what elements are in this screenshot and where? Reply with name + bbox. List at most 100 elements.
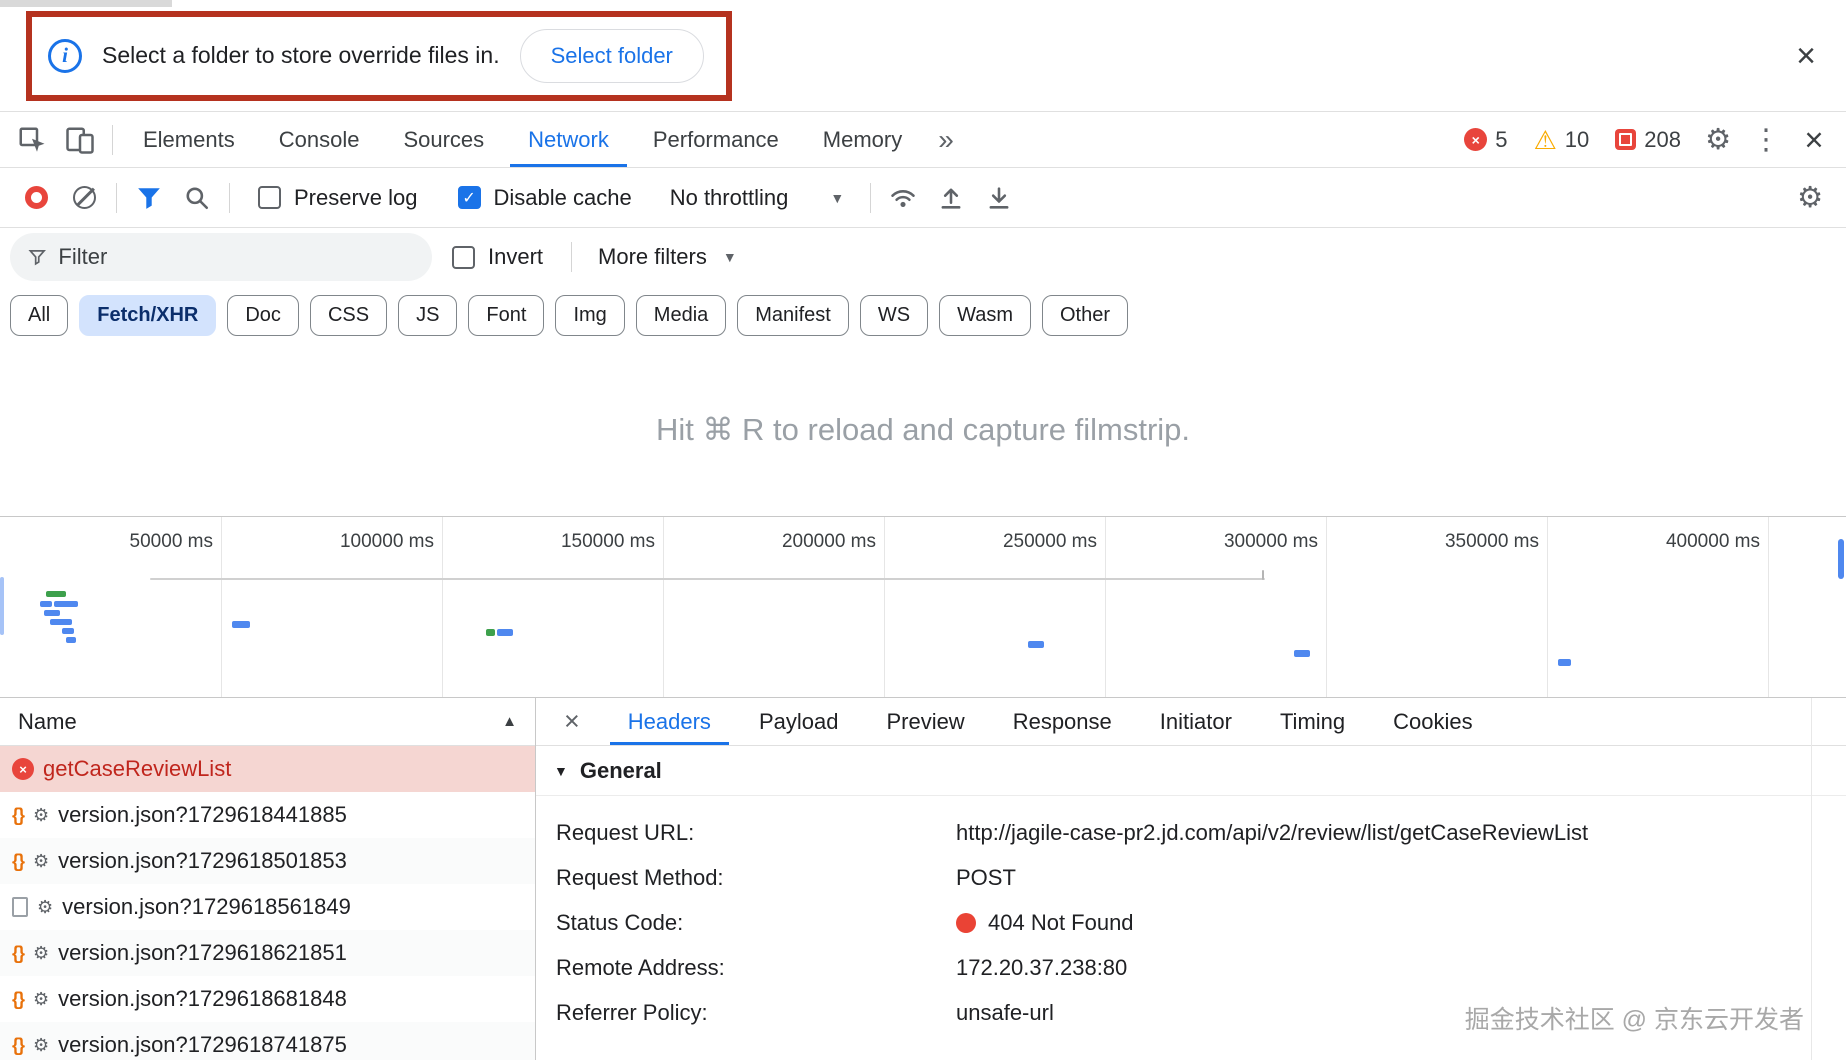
details-tab-response[interactable]: Response: [989, 698, 1136, 745]
chip-all[interactable]: All: [10, 295, 68, 336]
tab-elements[interactable]: Elements: [121, 112, 257, 167]
details-tab-headers[interactable]: Headers: [604, 698, 735, 745]
waterfall-baseline: [150, 578, 1265, 580]
scrollbar-gutter[interactable]: [1811, 698, 1812, 1060]
chip-media[interactable]: Media: [636, 295, 726, 336]
warnings-badge[interactable]: ⚠ 10: [1533, 127, 1589, 153]
invert-toggle[interactable]: Invert: [452, 244, 543, 270]
search-icon[interactable]: [173, 185, 221, 211]
disable-cache-label: Disable cache: [494, 185, 632, 211]
request-row-version-json-2[interactable]: {} ⚙ version.json?1729618501853: [0, 838, 535, 884]
general-section-header[interactable]: ▼ General: [536, 746, 1846, 796]
waterfall-mark: [66, 637, 76, 643]
waterfall-mark: [44, 610, 60, 616]
waterfall-mark: [1294, 650, 1310, 657]
settings-gear-icon[interactable]: ⚙: [1694, 112, 1742, 167]
filter-input[interactable]: [58, 244, 414, 270]
request-row-version-json-4[interactable]: {} ⚙ version.json?1729618621851: [0, 930, 535, 976]
details-tab-cookies[interactable]: Cookies: [1369, 698, 1496, 745]
tab-console[interactable]: Console: [257, 112, 382, 167]
network-settings-gear-icon[interactable]: ⚙: [1786, 180, 1834, 215]
tab-performance[interactable]: Performance: [631, 112, 801, 167]
json-icon: {}: [12, 805, 24, 826]
issues-badge[interactable]: 208: [1615, 127, 1681, 153]
warning-count: 10: [1565, 127, 1589, 153]
tab-memory[interactable]: Memory: [801, 112, 924, 167]
filter-funnel-icon: [28, 247, 46, 267]
devtools-close-icon[interactable]: ×: [1790, 112, 1838, 167]
divider: [870, 183, 871, 213]
error-icon: ×: [12, 758, 34, 780]
clear-icon: [73, 186, 96, 209]
preserve-log-checkbox[interactable]: [258, 186, 281, 209]
waterfall-tick: [1262, 570, 1264, 580]
invert-checkbox[interactable]: [452, 246, 475, 269]
field-request-method: Request Method: POST: [536, 855, 1846, 900]
json-icon: {}: [12, 989, 24, 1010]
chip-js[interactable]: JS: [398, 295, 457, 336]
devtools-window: i Select a folder to store override file…: [0, 0, 1846, 1060]
chip-font[interactable]: Font: [468, 295, 544, 336]
details-tab-initiator[interactable]: Initiator: [1136, 698, 1256, 745]
kebab-menu-icon[interactable]: ⋮: [1742, 112, 1790, 167]
request-row-getCaseReviewList[interactable]: × getCaseReviewList: [0, 746, 535, 792]
chip-other[interactable]: Other: [1042, 295, 1128, 336]
select-folder-button[interactable]: Select folder: [520, 29, 704, 83]
chip-wasm[interactable]: Wasm: [939, 295, 1031, 336]
chip-fetch-xhr[interactable]: Fetch/XHR: [79, 295, 216, 336]
request-row-version-json-5[interactable]: {} ⚙ version.json?1729618681848: [0, 976, 535, 1022]
clear-network-log-button[interactable]: [60, 186, 108, 209]
timeline-tick: 400000 ms: [1610, 531, 1760, 553]
infobar-close-icon[interactable]: ×: [1796, 39, 1816, 73]
request-row-version-json-6[interactable]: {} ⚙ version.json?1729618741875: [0, 1022, 535, 1060]
gridline: [1326, 517, 1327, 697]
details-tab-timing[interactable]: Timing: [1256, 698, 1369, 745]
details-tab-payload[interactable]: Payload: [735, 698, 863, 745]
gridline: [1547, 517, 1548, 697]
disable-cache-checkbox[interactable]: ✓: [458, 186, 481, 209]
chip-css[interactable]: CSS: [310, 295, 387, 336]
waterfall-mark: [54, 601, 78, 607]
filter-input-container[interactable]: [10, 233, 432, 281]
disable-cache-toggle[interactable]: ✓ Disable cache: [458, 185, 632, 211]
network-conditions-icon[interactable]: [879, 184, 927, 212]
field-value: 172.20.37.238:80: [956, 955, 1127, 981]
json-icon: {}: [12, 1035, 24, 1056]
device-toolbar-icon[interactable]: [56, 112, 104, 167]
request-list-header[interactable]: Name ▲: [0, 698, 535, 746]
more-filters-button[interactable]: More filters ▼: [598, 244, 737, 270]
chip-manifest[interactable]: Manifest: [737, 295, 849, 336]
tab-network[interactable]: Network: [506, 112, 631, 167]
request-row-version-json-3[interactable]: ⚙ version.json?1729618561849: [0, 884, 535, 930]
field-label: Referrer Policy:: [556, 1000, 956, 1026]
more-tabs-icon[interactable]: »: [924, 112, 968, 167]
import-har-icon[interactable]: [927, 184, 975, 212]
export-har-icon[interactable]: [975, 184, 1023, 212]
tab-sources[interactable]: Sources: [381, 112, 506, 167]
name-column-header[interactable]: Name: [18, 709, 77, 735]
error-icon: ×: [1464, 128, 1487, 151]
request-row-version-json-1[interactable]: {} ⚙ version.json?1729618441885: [0, 792, 535, 838]
network-overview-timeline[interactable]: 50000 ms 100000 ms 150000 ms 200000 ms 2…: [0, 516, 1846, 698]
waterfall-mark: [486, 629, 495, 636]
document-icon: [12, 897, 28, 917]
details-close-icon[interactable]: ×: [540, 698, 604, 745]
throttling-select[interactable]: No throttling ▼: [670, 185, 844, 211]
chip-ws[interactable]: WS: [860, 295, 928, 336]
errors-badge[interactable]: × 5: [1464, 127, 1507, 153]
issues-count: 208: [1644, 127, 1681, 153]
chip-img[interactable]: Img: [555, 295, 624, 336]
status-badges: × 5 ⚠ 10 208: [1451, 112, 1694, 167]
request-name: version.json?1729618621851: [58, 940, 347, 966]
field-value: unsafe-url: [956, 1000, 1054, 1026]
status-error-dot: [956, 913, 976, 933]
inspect-element-icon[interactable]: [8, 112, 56, 167]
chip-doc[interactable]: Doc: [227, 295, 299, 336]
details-tab-preview[interactable]: Preview: [862, 698, 988, 745]
infobar-message: Select a folder to store override files …: [102, 42, 500, 69]
filter-toggle-icon[interactable]: [125, 185, 173, 211]
record-network-log-button[interactable]: [12, 186, 60, 209]
field-label: Status Code:: [556, 910, 956, 936]
more-filters-label: More filters: [598, 244, 707, 270]
preserve-log-toggle[interactable]: Preserve log: [258, 185, 418, 211]
